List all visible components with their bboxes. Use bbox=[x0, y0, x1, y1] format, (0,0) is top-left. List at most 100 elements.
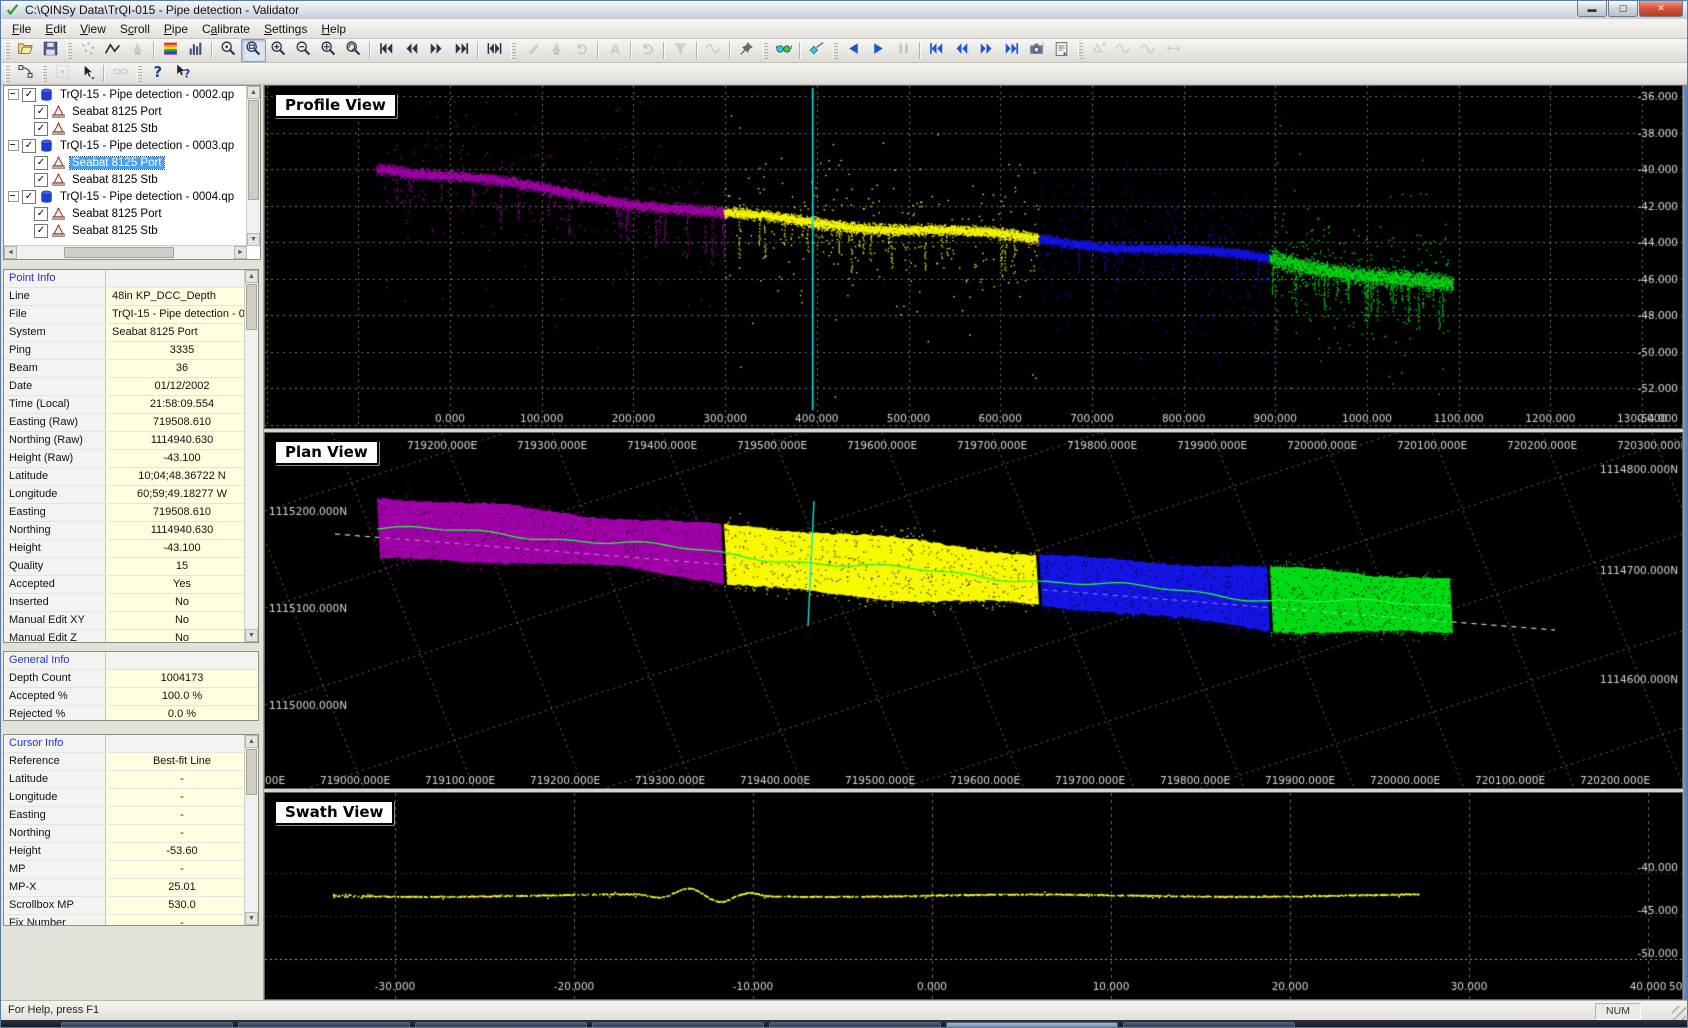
play-reverse-button[interactable] bbox=[841, 39, 866, 62]
select-mode-button[interactable] bbox=[75, 62, 100, 85]
menu-item-file[interactable]: File bbox=[5, 20, 38, 38]
mark-reject-button[interactable] bbox=[544, 39, 569, 62]
menu-item-scroll[interactable]: Scroll bbox=[113, 20, 157, 38]
go-first-button[interactable] bbox=[374, 39, 399, 62]
toolbar-grip[interactable] bbox=[42, 66, 47, 82]
go-last-button[interactable] bbox=[449, 39, 474, 62]
taskbar-button[interactable] bbox=[415, 1022, 587, 1028]
tree-checkbox[interactable]: ✓ bbox=[22, 88, 36, 102]
seek-first-button[interactable] bbox=[924, 39, 949, 62]
go-previous-button[interactable] bbox=[399, 39, 424, 62]
histogram-button[interactable] bbox=[183, 39, 208, 62]
tree-checkbox[interactable]: ✓ bbox=[34, 224, 48, 238]
zoom-out-button[interactable] bbox=[291, 39, 316, 62]
tree-collapse-toggle[interactable] bbox=[8, 140, 19, 151]
taskbar-button[interactable] bbox=[769, 1022, 941, 1028]
insert-point-button[interactable] bbox=[1086, 39, 1111, 62]
taskbar-button[interactable] bbox=[946, 1022, 1118, 1028]
toolbar-grip[interactable] bbox=[511, 43, 516, 59]
tree-checkbox[interactable]: ✓ bbox=[34, 207, 48, 221]
help-button[interactable]: ? bbox=[145, 62, 170, 85]
taskbar-button[interactable] bbox=[592, 1022, 764, 1028]
tree-system-node[interactable]: ✓Seabat 8125 Stb bbox=[4, 171, 260, 188]
toolbar-grip[interactable] bbox=[5, 43, 10, 59]
plan-canvas[interactable] bbox=[265, 433, 1682, 788]
undo-edit-button[interactable] bbox=[635, 39, 660, 62]
menu-item-settings[interactable]: Settings bbox=[257, 20, 314, 38]
filter-button[interactable] bbox=[668, 39, 693, 62]
interpolate-button[interactable] bbox=[1136, 39, 1161, 62]
menu-item-view[interactable]: View bbox=[73, 20, 113, 38]
tree-checkbox[interactable]: ✓ bbox=[34, 173, 48, 187]
zoom-pan-button[interactable] bbox=[316, 39, 341, 62]
tree-vertical-scrollbar[interactable]: ▲▼ bbox=[246, 86, 260, 246]
tree-system-node[interactable]: ✓Seabat 8125 Stb bbox=[4, 120, 260, 137]
point-info-scrollbar[interactable]: ▲▼ bbox=[244, 270, 258, 642]
swath-canvas[interactable] bbox=[265, 793, 1682, 999]
resize-grip[interactable] bbox=[1672, 1006, 1686, 1020]
pin-view-button[interactable] bbox=[734, 39, 759, 62]
edit-route-button[interactable] bbox=[13, 62, 38, 85]
toolbar-grip[interactable] bbox=[137, 66, 142, 82]
annotate-button[interactable]: A bbox=[602, 39, 627, 62]
tree-file-node[interactable]: ✓TrQI-15 - Pipe detection - 0003.qp bbox=[4, 137, 260, 154]
windows-taskbar[interactable] bbox=[1, 1020, 1687, 1028]
mark-accept-button[interactable] bbox=[519, 39, 544, 62]
open-file-button[interactable] bbox=[13, 39, 38, 62]
tree-checkbox[interactable]: ✓ bbox=[34, 105, 48, 119]
title-bar[interactable]: C:\QINSy Data\TrQI-015 - Pipe detection … bbox=[1, 1, 1687, 20]
measure-button[interactable] bbox=[108, 62, 133, 85]
shift-points-button[interactable] bbox=[1161, 39, 1186, 62]
tree-file-node[interactable]: ✓TrQI-15 - Pipe detection - 0002.qp bbox=[4, 86, 260, 103]
single-select-button[interactable] bbox=[50, 62, 75, 85]
taskbar-button[interactable] bbox=[238, 1022, 410, 1028]
zoom-in-button[interactable] bbox=[266, 39, 291, 62]
toolbar-grip[interactable] bbox=[1078, 43, 1083, 59]
toolbar-grip[interactable] bbox=[833, 43, 838, 59]
play-forward-button[interactable] bbox=[866, 39, 891, 62]
tree-checkbox[interactable]: ✓ bbox=[34, 156, 48, 170]
maximize-button[interactable]: ▢ bbox=[1608, 1, 1638, 17]
smooth-points-button[interactable] bbox=[1111, 39, 1136, 62]
seek-forward-button[interactable] bbox=[974, 39, 999, 62]
show-points-button[interactable] bbox=[75, 39, 100, 62]
snapshot-button[interactable] bbox=[1024, 39, 1049, 62]
tree-collapse-toggle[interactable] bbox=[8, 89, 19, 100]
project-tree[interactable]: ✓TrQI-15 - Pipe detection - 0002.qp✓Seab… bbox=[3, 85, 261, 260]
taskbar-button[interactable] bbox=[61, 1022, 233, 1028]
menu-item-pipe[interactable]: Pipe bbox=[157, 20, 195, 38]
zoom-window-button[interactable] bbox=[241, 39, 266, 62]
menu-item-edit[interactable]: Edit bbox=[38, 20, 73, 38]
tree-checkbox[interactable]: ✓ bbox=[22, 139, 36, 153]
go-next-button[interactable] bbox=[424, 39, 449, 62]
menu-item-help[interactable]: Help bbox=[314, 20, 353, 38]
context-help-button[interactable]: ? bbox=[170, 62, 195, 85]
spray-edit-button[interactable] bbox=[125, 39, 150, 62]
tree-checkbox[interactable]: ✓ bbox=[34, 122, 48, 136]
despike-button[interactable] bbox=[701, 39, 726, 62]
seek-rewind-button[interactable] bbox=[949, 39, 974, 62]
minimize-button[interactable]: ▬ bbox=[1577, 1, 1607, 17]
rotate-selection-button[interactable] bbox=[569, 39, 594, 62]
save-button[interactable] bbox=[38, 39, 63, 62]
toolbar-grip[interactable] bbox=[67, 43, 72, 59]
tree-system-node[interactable]: ✓Seabat 8125 Port bbox=[4, 205, 260, 222]
pause-button[interactable] bbox=[891, 39, 916, 62]
toolbar-grip[interactable] bbox=[5, 66, 10, 82]
toolbar-grip[interactable] bbox=[763, 43, 768, 59]
tree-system-node[interactable]: ✓Seabat 8125 Port bbox=[4, 154, 260, 171]
zoom-normal-button[interactable] bbox=[216, 39, 241, 62]
cursor-info-scrollbar[interactable]: ▲▼ bbox=[244, 735, 258, 925]
report-button[interactable] bbox=[1049, 39, 1074, 62]
tree-collapse-toggle[interactable] bbox=[8, 191, 19, 202]
tree-checkbox[interactable]: ✓ bbox=[22, 190, 36, 204]
zoom-previous-button[interactable] bbox=[341, 39, 366, 62]
tree-system-node[interactable]: ✓Seabat 8125 Port bbox=[4, 103, 260, 120]
close-button[interactable]: ✕ bbox=[1639, 1, 1683, 17]
tree-file-node[interactable]: ✓TrQI-15 - Pipe detection - 0004.qp bbox=[4, 188, 260, 205]
tree-system-node[interactable]: ✓Seabat 8125 Stb bbox=[4, 222, 260, 239]
color-map-button[interactable] bbox=[158, 39, 183, 62]
show-profile-button[interactable] bbox=[100, 39, 125, 62]
tree-horizontal-scrollbar[interactable]: ◄► bbox=[4, 245, 247, 259]
menu-item-calibrate[interactable]: Calibrate bbox=[195, 20, 257, 38]
